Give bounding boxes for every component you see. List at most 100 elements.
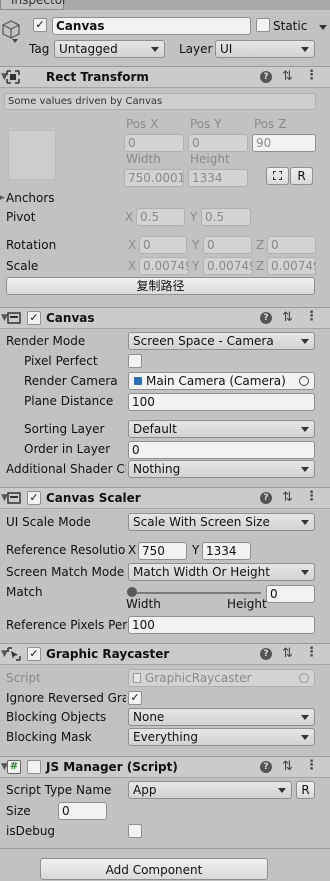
pivot-y-input: 0.5 xyxy=(201,208,251,226)
icon-dropdown-arrow[interactable] xyxy=(12,39,18,43)
blocking-mask-dropdown[interactable]: Everything xyxy=(128,728,315,746)
anchors-label[interactable]: Anchors xyxy=(6,190,55,206)
static-label: Static xyxy=(273,19,308,33)
size-label: Size xyxy=(6,804,31,818)
height-input: 1334 xyxy=(188,169,248,187)
layer-label: Layer xyxy=(179,42,213,56)
help-icon[interactable]: ? xyxy=(260,312,272,324)
width-input: 750.0001 xyxy=(124,169,184,187)
ignore-reversed-graphics-checkbox[interactable]: ✓ xyxy=(128,691,142,705)
static-dropdown-arrow[interactable] xyxy=(319,25,327,30)
match-slider-track[interactable] xyxy=(131,592,261,594)
is-debug-checkbox[interactable] xyxy=(128,824,142,838)
order-in-layer-input[interactable]: 0 xyxy=(128,441,315,459)
ignore-reversed-graphics-label: Ignore Reversed Gra xyxy=(6,691,126,705)
pos-z-input[interactable]: 90 xyxy=(252,134,316,152)
context-menu-icon[interactable]: ⋮ xyxy=(305,69,318,83)
pixel-perfect-label: Pixel Perfect xyxy=(24,354,98,368)
rect-transform-title: Rect Transform xyxy=(46,70,149,84)
object-picker-icon[interactable] xyxy=(299,376,309,386)
canvas-scaler-header[interactable]: ▼ ✓ Canvas Scaler ? ⇅ ⋮ xyxy=(0,487,330,509)
camera-icon xyxy=(134,377,142,385)
plane-distance-input[interactable]: 100 xyxy=(128,393,315,411)
add-component-button[interactable]: Add Component xyxy=(40,858,268,880)
static-checkbox[interactable] xyxy=(256,18,270,32)
preset-icon[interactable]: ⇅ xyxy=(282,760,293,774)
reference-resolution-y-input[interactable]: 1334 xyxy=(202,542,251,560)
js-manager-title: JS Manager (Script) xyxy=(46,760,178,774)
canvas-enabled-checkbox[interactable]: ✓ xyxy=(27,311,41,325)
script-file-icon xyxy=(133,673,141,683)
preset-icon[interactable]: ⇅ xyxy=(282,491,293,505)
match-width-hint: Width xyxy=(126,597,161,611)
is-debug-label: isDebug xyxy=(6,824,56,838)
inspector-tab[interactable]: Inspector xyxy=(0,0,67,10)
context-menu-icon[interactable]: ⋮ xyxy=(305,646,318,660)
scale-y-input: 0.00749 xyxy=(203,257,253,275)
raycaster-script-field: GraphicRaycaster xyxy=(128,669,315,687)
help-icon[interactable]: ? xyxy=(260,71,272,83)
screen-match-mode-dropdown[interactable]: Match Width Or Height xyxy=(128,563,315,581)
match-height-hint: Height xyxy=(227,597,267,611)
help-icon[interactable]: ? xyxy=(260,648,272,660)
reference-pixels-per-unit-input[interactable]: 100 xyxy=(128,616,315,634)
tag-dropdown[interactable]: Untagged xyxy=(54,40,165,58)
additional-shader-channels-dropdown[interactable]: Nothing xyxy=(128,460,315,478)
scale-label: Scale xyxy=(6,259,39,273)
match-value-input[interactable]: 0 xyxy=(266,585,315,603)
reference-pixels-per-unit-label: Reference Pixels Per xyxy=(6,618,128,632)
render-camera-label: Render Camera xyxy=(24,374,118,388)
help-icon[interactable]: ? xyxy=(260,492,272,504)
ui-scale-mode-dropdown[interactable]: Scale With Screen Size xyxy=(128,513,315,531)
js-manager-enabled-checkbox[interactable] xyxy=(27,760,41,774)
canvas-header[interactable]: ▼ ✓ Canvas ? ⇅ ⋮ xyxy=(0,307,330,329)
anchor-preset-box[interactable] xyxy=(8,130,56,180)
layer-dropdown[interactable]: UI xyxy=(215,40,315,58)
pos-z-label: Pos Z xyxy=(254,117,287,131)
blocking-objects-dropdown[interactable]: None xyxy=(128,708,315,726)
context-menu-icon[interactable]: ⋮ xyxy=(305,490,318,504)
raw-edit-button[interactable]: R xyxy=(290,167,313,185)
sorting-layer-label: Sorting Layer xyxy=(24,422,105,436)
blueprint-mode-button[interactable] xyxy=(266,167,289,185)
pos-y-input: 0 xyxy=(188,134,248,152)
script-type-refresh-button[interactable]: R xyxy=(296,781,315,799)
render-mode-dropdown[interactable]: Screen Space - Camera xyxy=(128,332,315,350)
preset-icon[interactable]: ⇅ xyxy=(282,70,293,84)
scale-z-input: 0.00749 xyxy=(267,257,316,275)
gameobject-active-checkbox[interactable]: ✓ xyxy=(33,18,47,32)
screen-match-mode-label: Screen Match Mode xyxy=(6,565,125,579)
help-icon[interactable]: ? xyxy=(260,761,272,773)
blueprint-mode-icon xyxy=(273,171,282,180)
graphic-raycaster-header[interactable]: ▼ ✓ Graphic Raycaster ? ⇅ ⋮ xyxy=(0,643,330,665)
preset-icon[interactable]: ⇅ xyxy=(282,311,293,325)
rotation-x-axis-label: X xyxy=(128,238,137,252)
raycaster-script-label: Script xyxy=(6,671,41,685)
anchors-fold-icon[interactable]: ▸ xyxy=(0,191,5,205)
js-manager-header[interactable]: ▼ # JS Manager (Script) ? ⇅ ⋮ xyxy=(0,756,330,778)
copy-path-button[interactable]: 复制路径 xyxy=(6,277,315,295)
graphic-raycaster-icon xyxy=(7,647,21,661)
canvas-title: Canvas xyxy=(46,311,95,325)
render-camera-value: Main Camera (Camera) xyxy=(146,374,286,388)
reference-resolution-x-input[interactable]: 750 xyxy=(138,542,187,560)
canvas-scaler-enabled-checkbox[interactable]: ✓ xyxy=(27,491,41,505)
context-menu-icon[interactable]: ⋮ xyxy=(305,759,318,773)
rotation-z-input: 0 xyxy=(267,236,316,254)
script-type-name-dropdown[interactable]: App xyxy=(128,781,292,799)
rect-transform-header[interactable]: ▼ Rect Transform ? ⇅ ⋮ xyxy=(0,66,330,88)
pos-x-input: 0 xyxy=(124,134,184,152)
graphic-raycaster-title: Graphic Raycaster xyxy=(46,647,170,661)
render-camera-field[interactable]: Main Camera (Camera) xyxy=(128,372,315,390)
size-input[interactable]: 0 xyxy=(58,802,107,820)
plane-distance-label: Plane Distance xyxy=(24,394,114,408)
preset-icon[interactable]: ⇅ xyxy=(282,647,293,661)
reference-resolution-y-axis-label: Y xyxy=(192,543,200,557)
context-menu-icon[interactable]: ⋮ xyxy=(305,310,318,324)
gameobject-name-input[interactable]: Canvas xyxy=(52,17,251,35)
graphic-raycaster-enabled-checkbox[interactable]: ✓ xyxy=(27,647,41,661)
scale-x-input: 0.00749 xyxy=(139,257,189,275)
pixel-perfect-checkbox[interactable] xyxy=(128,354,142,368)
reference-resolution-x-axis-label: X xyxy=(128,543,137,557)
sorting-layer-dropdown[interactable]: Default xyxy=(128,420,315,438)
